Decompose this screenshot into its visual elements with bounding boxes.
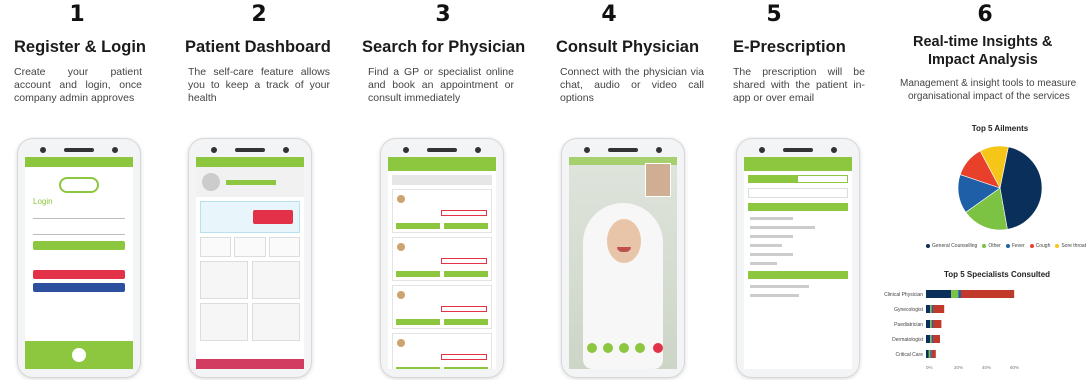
login-button[interactable]: [33, 241, 125, 250]
bar-segment: [926, 305, 931, 313]
medical-history-tile[interactable]: [252, 261, 300, 299]
step-title-line2: Impact Analysis: [928, 52, 1038, 68]
bar-segment: [931, 335, 933, 343]
visit-doctor-tile[interactable]: [200, 261, 248, 299]
bottom-bar: [196, 359, 304, 369]
screen-header: [744, 157, 852, 171]
bar-axis-tick: 40%: [982, 365, 991, 370]
step-title: Register & Login: [14, 38, 147, 56]
labs-button[interactable]: [748, 271, 848, 279]
step-description: The self-care feature allows you to keep…: [188, 66, 330, 104]
bar-segment: [926, 320, 931, 328]
bar-category-label: Paediatrician: [894, 322, 923, 328]
phone-dashboard-screen: [188, 138, 312, 378]
phone-search-screen: [380, 138, 504, 378]
search-input[interactable]: [392, 175, 492, 185]
bar-category-label: Clinical Physician: [884, 292, 923, 298]
end-call-icon[interactable]: [653, 343, 663, 353]
step-number: 4: [601, 2, 617, 27]
step-number: 3: [435, 2, 451, 27]
bar-segment: [951, 290, 959, 298]
home-icon[interactable]: [72, 348, 86, 362]
step-description-line2: organisational impact of the services: [908, 91, 1070, 102]
app-logo: [59, 177, 99, 193]
step-title-line1: Real-time Insights &: [913, 34, 1053, 50]
speak-to-physician-button[interactable]: [253, 210, 293, 224]
mic-icon[interactable]: [603, 343, 613, 353]
bar-category-label: Critical Care: [895, 352, 923, 358]
step-description: Find a GP or specialist online and book …: [368, 66, 514, 104]
bar-axis-tick: 60%: [1010, 365, 1019, 370]
bar-segment: [958, 290, 961, 298]
physician-card[interactable]: [392, 333, 492, 369]
bar-segment: [933, 335, 940, 343]
avatar: [202, 173, 220, 191]
bar-segment: [933, 305, 945, 313]
facebook-login-button[interactable]: [33, 283, 125, 292]
specialists-bar-chart: Clinical Physician Gynecologist Paediatric…: [884, 290, 1019, 370]
step-title: Search for Physician: [362, 38, 526, 56]
step-number: 1: [69, 2, 85, 27]
bar-chart-title: Top 5 Specialists Consulted: [943, 270, 1051, 279]
self-view-thumbnail[interactable]: [645, 163, 671, 197]
step-title: Patient Dashboard: [185, 38, 331, 56]
dashboard-grid: [200, 261, 300, 341]
vitals-row: [200, 237, 300, 257]
physician-card[interactable]: [392, 285, 492, 329]
bar-axis-tick: 0%: [926, 365, 933, 370]
pie-slice-general-counselling: [999, 146, 1043, 230]
step-title: Consult Physician: [556, 38, 700, 56]
prescriptions-button[interactable]: [748, 203, 848, 211]
step-number: 2: [251, 2, 267, 27]
profile-name-bar: [226, 179, 276, 185]
step-description-line1: Management & insight tools to measure: [900, 78, 1077, 89]
bar-axis-tick: 20%: [954, 365, 963, 370]
bar-segment: [961, 290, 1015, 298]
bar-category-label: Gynecologist: [894, 307, 924, 313]
bar-segment: [926, 335, 931, 343]
bar-segment: [930, 305, 932, 313]
bar-segment: [928, 350, 931, 358]
status-bar: [196, 157, 304, 167]
step-description: Create your patient account and login, o…: [14, 66, 142, 104]
my-consultation-tile[interactable]: [200, 303, 248, 341]
bar-segment: [930, 350, 932, 358]
profile-header: [196, 167, 304, 197]
bar-segment: [933, 320, 942, 328]
step-title: E-Prescription: [733, 38, 846, 56]
bar-segment: [926, 350, 929, 358]
step-number: 5: [766, 2, 782, 27]
phone-login-screen: Login: [17, 138, 141, 378]
step-description: The prescription will be shared with the…: [733, 66, 865, 104]
ailments-pie-chart: [957, 145, 1043, 231]
phone-video-call-screen: [561, 138, 685, 378]
phone-prescription-screen: [736, 138, 860, 378]
bar-category-label: Dermatologist: [892, 337, 923, 343]
pie-legend: General Counselling Other Fever Cough So…: [926, 243, 1086, 249]
bar-segment: [931, 305, 933, 313]
camera-icon[interactable]: [587, 343, 597, 353]
promo-banner[interactable]: [200, 201, 300, 233]
email-field[interactable]: [33, 209, 125, 219]
physician-card[interactable]: [392, 237, 492, 281]
login-heading: Login: [33, 197, 53, 206]
bar-segment: [931, 320, 933, 328]
bar-segment: [926, 290, 952, 298]
switch-camera-icon[interactable]: [635, 343, 645, 353]
bar-segment: [930, 320, 932, 328]
password-field[interactable]: [33, 225, 125, 235]
chat-icon[interactable]: [619, 343, 629, 353]
support-team-tile[interactable]: [252, 303, 300, 341]
google-login-button[interactable]: [33, 270, 125, 279]
step-number: 6: [977, 2, 993, 27]
screen-header: [388, 157, 496, 171]
bar-segment: [931, 350, 936, 358]
prescription-search[interactable]: [748, 188, 848, 198]
step-description: Connect with the physician via chat, aud…: [560, 66, 704, 104]
physician-card[interactable]: [392, 189, 492, 233]
status-bar: [25, 157, 133, 167]
prescription-tabs[interactable]: [748, 175, 848, 183]
pie-chart-title: Top 5 Ailments: [971, 124, 1029, 133]
bar-segment: [930, 335, 932, 343]
